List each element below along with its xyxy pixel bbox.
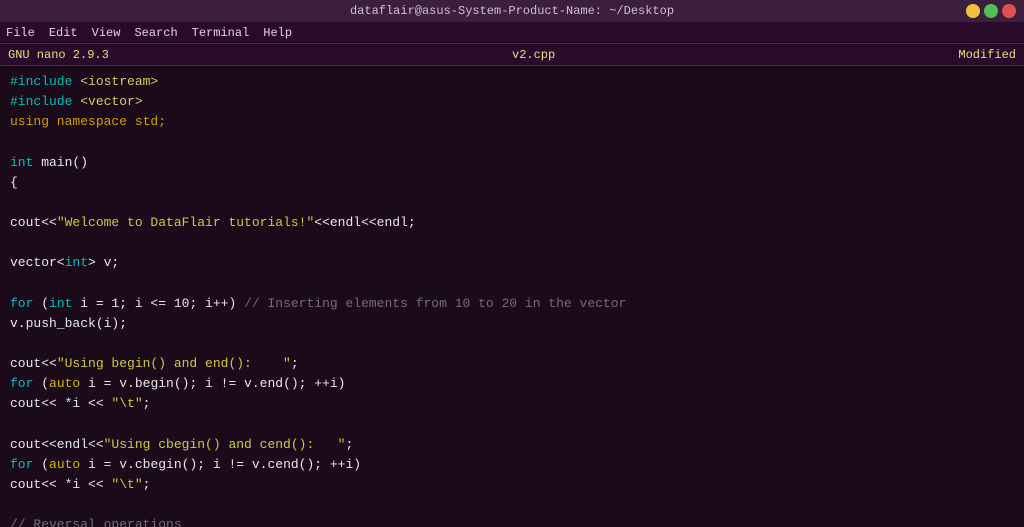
modified-indicator: Modified [958, 48, 1016, 62]
minimize-button[interactable] [966, 4, 980, 18]
code-line-2: #include <vector> [10, 92, 1014, 112]
code-line-6: { [10, 173, 1014, 193]
code-line-18 [10, 414, 1014, 434]
window-title: dataflair@asus-System-Product-Name: ~/De… [350, 4, 674, 18]
close-button[interactable] [1002, 4, 1016, 18]
code-line-12: for (int i = 1; i <= 10; i++) // Inserti… [10, 294, 1014, 314]
menu-edit[interactable]: Edit [49, 26, 78, 40]
menu-view[interactable]: View [92, 26, 121, 40]
code-line-10: vector<int> v; [10, 253, 1014, 273]
code-line-14 [10, 334, 1014, 354]
code-line-1: #include <iostream> [10, 72, 1014, 92]
menu-file[interactable]: File [6, 26, 35, 40]
code-line-11 [10, 273, 1014, 293]
menu-help[interactable]: Help [263, 26, 292, 40]
menu-terminal[interactable]: Terminal [192, 26, 250, 40]
menu-search[interactable]: Search [134, 26, 177, 40]
code-line-17: cout<< *i << "\t"; [10, 394, 1014, 414]
title-bar: dataflair@asus-System-Product-Name: ~/De… [0, 0, 1024, 22]
code-line-19: cout<<endl<<"Using cbegin() and cend(): … [10, 435, 1014, 455]
code-line-16: for (auto i = v.begin(); i != v.end(); +… [10, 374, 1014, 394]
menu-bar: File Edit View Search Terminal Help [0, 22, 1024, 44]
code-line-5: int main() [10, 153, 1014, 173]
code-line-13: v.push_back(i); [10, 314, 1014, 334]
code-line-20: for (auto i = v.cbegin(); i != v.cend();… [10, 455, 1014, 475]
code-line-22 [10, 495, 1014, 515]
code-editor[interactable]: #include <iostream> #include <vector> us… [0, 66, 1024, 527]
code-line-15: cout<<"Using begin() and end(): "; [10, 354, 1014, 374]
window-controls [966, 4, 1016, 18]
code-line-8: cout<<"Welcome to DataFlair tutorials!"<… [10, 213, 1014, 233]
nano-version: GNU nano 2.9.3 [8, 48, 109, 62]
code-line-4 [10, 132, 1014, 152]
code-line-9 [10, 233, 1014, 253]
code-line-21: cout<< *i << "\t"; [10, 475, 1014, 495]
maximize-button[interactable] [984, 4, 998, 18]
code-line-3: using namespace std; [10, 112, 1014, 132]
code-line-23: // Reversal operations [10, 515, 1014, 527]
code-line-7 [10, 193, 1014, 213]
filename: v2.cpp [109, 48, 959, 62]
status-bar: GNU nano 2.9.3 v2.cpp Modified [0, 44, 1024, 66]
